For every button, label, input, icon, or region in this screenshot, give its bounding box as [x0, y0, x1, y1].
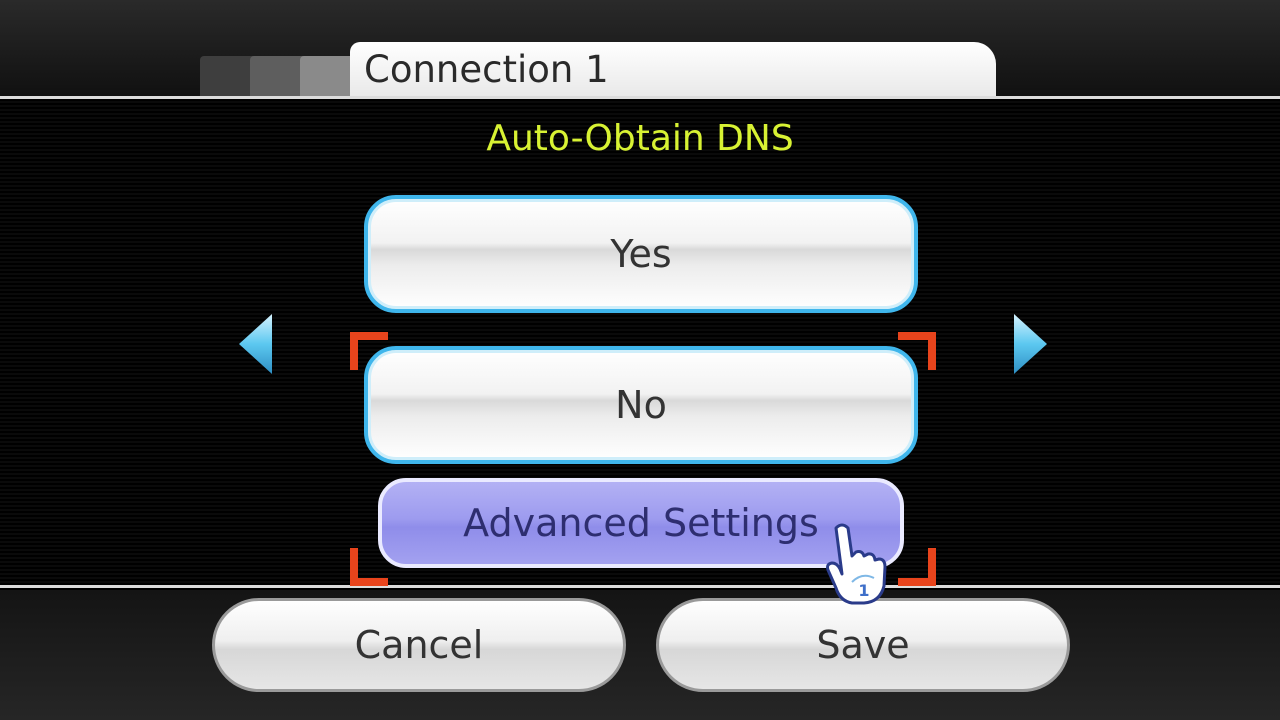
no-option-label: No: [615, 383, 667, 427]
advanced-settings-label: Advanced Settings: [463, 501, 819, 545]
page-title: Connection 1: [364, 47, 609, 91]
player-number: 1: [858, 581, 869, 600]
bottom-bar: [0, 590, 1280, 720]
triangle-left-icon[interactable]: [236, 312, 276, 376]
no-option-button[interactable]: No: [364, 346, 918, 464]
hand-pointer-icon: 1: [822, 522, 888, 606]
connection-title-tab: Connection 1: [350, 42, 996, 96]
cancel-label: Cancel: [354, 623, 484, 667]
selection-bracket-bottom-right: [898, 548, 936, 586]
yes-option-button[interactable]: Yes: [364, 195, 918, 313]
bottom-divider: [0, 585, 1280, 588]
triangle-right-icon[interactable]: [1010, 312, 1050, 376]
yes-option-label: Yes: [610, 232, 672, 276]
cancel-button[interactable]: Cancel: [212, 598, 626, 692]
save-label: Save: [816, 623, 910, 667]
save-button[interactable]: Save: [656, 598, 1070, 692]
top-divider: [0, 96, 1280, 99]
setting-heading: Auto-Obtain DNS: [486, 118, 794, 159]
